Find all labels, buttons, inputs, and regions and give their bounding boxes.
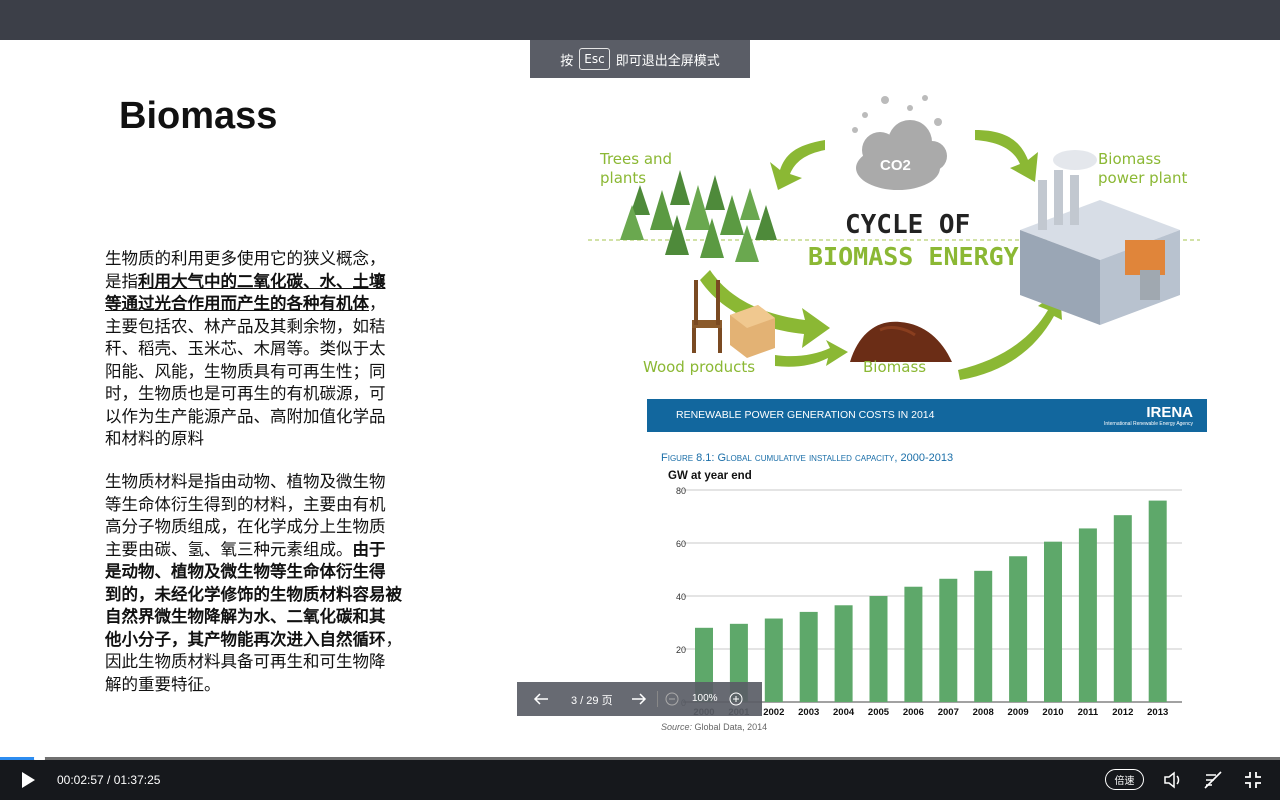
text-line: 主要由碳、氢、氧三种元素组成。由于 (105, 539, 386, 559)
bar-2004 (834, 605, 853, 702)
divider (657, 691, 658, 707)
biomass-cycle-diagram: CYCLE OF BIOMASS ENERGY Trees and plants… (580, 90, 1210, 390)
fullscreen-exit-hint: 按 Esc 即可退出全屏模式 (530, 40, 750, 78)
play-button[interactable] (18, 770, 38, 790)
x-tick-label: 2003 (798, 707, 819, 718)
x-tick-label: 2007 (938, 707, 959, 718)
slide-title: Biomass (119, 95, 278, 137)
figure-caption: Figure 8.1: Global cumulative installed … (661, 452, 954, 464)
y-tick-label: 60 (676, 539, 686, 549)
x-tick-label: 2004 (833, 707, 855, 718)
x-tick-label: 2008 (973, 707, 994, 718)
x-tick-label: 2010 (1042, 707, 1063, 718)
source-note: Source: Global Data, 2014 (661, 722, 768, 732)
bar-2003 (799, 611, 818, 702)
wood-products-icon (692, 280, 775, 358)
x-tick-label: 2009 (1008, 707, 1029, 718)
text-line: 到的，未经化学修饰的生物质材料容易被 (105, 584, 402, 604)
irena-header-title: RENEWABLE POWER GENERATION COSTS IN 2014 (676, 409, 935, 421)
y-tick-label: 80 (676, 486, 686, 496)
volume-icon (1164, 771, 1180, 789)
hint-suffix: 即可退出全屏模式 (615, 53, 720, 69)
text-line: 主要包括农、林产品及其剩余物，如秸 (105, 316, 386, 336)
zoom-in-button[interactable] (727, 690, 745, 708)
slide-paragraph-1: 生物质的利用更多使用它的狭义概念， 是指利用大气中的二氧化碳、水、土壤 等通过光… (105, 248, 430, 451)
text-line: 等生命体衍生得到的材料，主要由有机 (105, 494, 386, 514)
y-tick-label: 20 (676, 645, 686, 655)
slide-paragraph-2: 生物质材料是指由动物、植物及微生物 等生命体衍生得到的材料，主要由有机 高分子物… (105, 471, 430, 696)
exit-fullscreen-button[interactable] (1243, 770, 1263, 790)
biomass-label: Biomass (863, 358, 927, 376)
x-tick-label: 2011 (1078, 707, 1099, 718)
irena-header: RENEWABLE POWER GENERATION COSTS IN 2014… (647, 399, 1207, 432)
playback-speed-button[interactable]: 倍速 (1105, 769, 1144, 790)
co2-label: CO2 (880, 157, 911, 174)
bar-2008 (974, 570, 993, 702)
player-controls: 00:02:57 / 01:37:25 倍速 (0, 760, 1280, 800)
power-plant-label: Biomass power plant (1098, 150, 1188, 187)
page-navigator: 3 / 29 页 100% (517, 682, 762, 716)
bar-2002 (764, 618, 783, 702)
arrow-left-icon (533, 693, 548, 705)
bar-2012 (1113, 515, 1132, 702)
x-tick-label: 2005 (868, 707, 890, 718)
cycle-title-line2: BIOMASS ENERGY (808, 242, 1019, 271)
biomass-pile-icon (850, 321, 952, 362)
wood-products-label: Wood products (643, 358, 756, 376)
bar-2005 (869, 596, 888, 702)
bar-2009 (1009, 556, 1028, 702)
current-time: 00:02:57 (57, 773, 104, 787)
text-line: 以作为生产能源产品、高附加值化学品 (105, 406, 386, 426)
text-line: 等通过光合作用而产生的各种有机体， (105, 294, 386, 313)
text-line: 解的重要特征。 (105, 674, 221, 694)
arrow-right-icon (632, 693, 647, 705)
zoom-level: 100% (692, 693, 718, 704)
text-line: 自然界微生物降解为水、二氧化碳和其 (105, 607, 386, 626)
x-tick-label: 2013 (1147, 707, 1168, 718)
page-indicator: 3 / 29 页 (571, 695, 613, 707)
trees-label: Trees and plants (600, 150, 673, 187)
text-line: 阳能、风能，生物质具有可再生性；同 (105, 361, 386, 381)
bar-2006 (904, 586, 923, 702)
irena-logo: IRENA International Renewable Energy Age… (1104, 404, 1193, 427)
volume-button[interactable] (1163, 770, 1183, 790)
bar-2007 (939, 578, 958, 702)
danmaku-off-icon (1204, 771, 1222, 789)
cycle-title-line1: CYCLE OF (845, 210, 971, 240)
zoom-out-icon (665, 692, 679, 706)
text-line: 高分子物质组成，在化学成分上生物质 (105, 517, 386, 536)
x-tick-label: 2006 (903, 707, 924, 718)
top-bar (0, 0, 1280, 40)
x-tick-label: 2012 (1112, 707, 1133, 718)
text-line: 秆、稻壳、玉米芯、木屑等。类似于太 (105, 339, 386, 358)
hint-prefix: 按 (560, 53, 574, 69)
text-line: 时，生物质也是可再生的有机碳源，可 (105, 384, 386, 403)
total-time: 01:37:25 (113, 773, 161, 787)
exit-fullscreen-icon (1245, 772, 1261, 788)
text-line: 因此生物质材料具备可再生和可生物降 (105, 652, 386, 671)
zoom-out-button[interactable] (663, 690, 681, 708)
slide-canvas: Biomass 生物质的利用更多使用它的狭义概念， 是指利用大气中的二氧化碳、水… (0, 40, 1280, 760)
text-line: 生物质的利用更多使用它的狭义概念， (105, 249, 386, 268)
text-line: 是指利用大气中的二氧化碳、水、土壤 (105, 271, 386, 291)
danmaku-toggle-button[interactable] (1203, 770, 1223, 790)
prev-page-button[interactable] (531, 690, 551, 708)
bar-2013 (1148, 500, 1167, 702)
cycle-illustration (588, 95, 1200, 380)
zoom-in-icon (729, 692, 743, 706)
text-line: 他小分子，其产物能再次进入自然循环， (105, 629, 402, 649)
text-line: 和材料的原料 (105, 429, 204, 448)
play-icon (22, 772, 35, 788)
text-line: 生物质材料是指由动物、植物及微生物 (105, 472, 386, 491)
time-display: 00:02:57 / 01:37:25 (57, 773, 161, 787)
y-tick-label: 40 (676, 592, 686, 602)
text-line: 是动物、植物及微生物等生命体衍生得 (105, 562, 386, 581)
esc-key-badge: Esc (579, 48, 610, 70)
next-page-button[interactable] (629, 690, 649, 708)
bar-2011 (1078, 528, 1097, 702)
bar-2010 (1044, 541, 1062, 702)
x-tick-label: 2002 (763, 707, 784, 718)
co2-cloud-icon (852, 95, 947, 190)
